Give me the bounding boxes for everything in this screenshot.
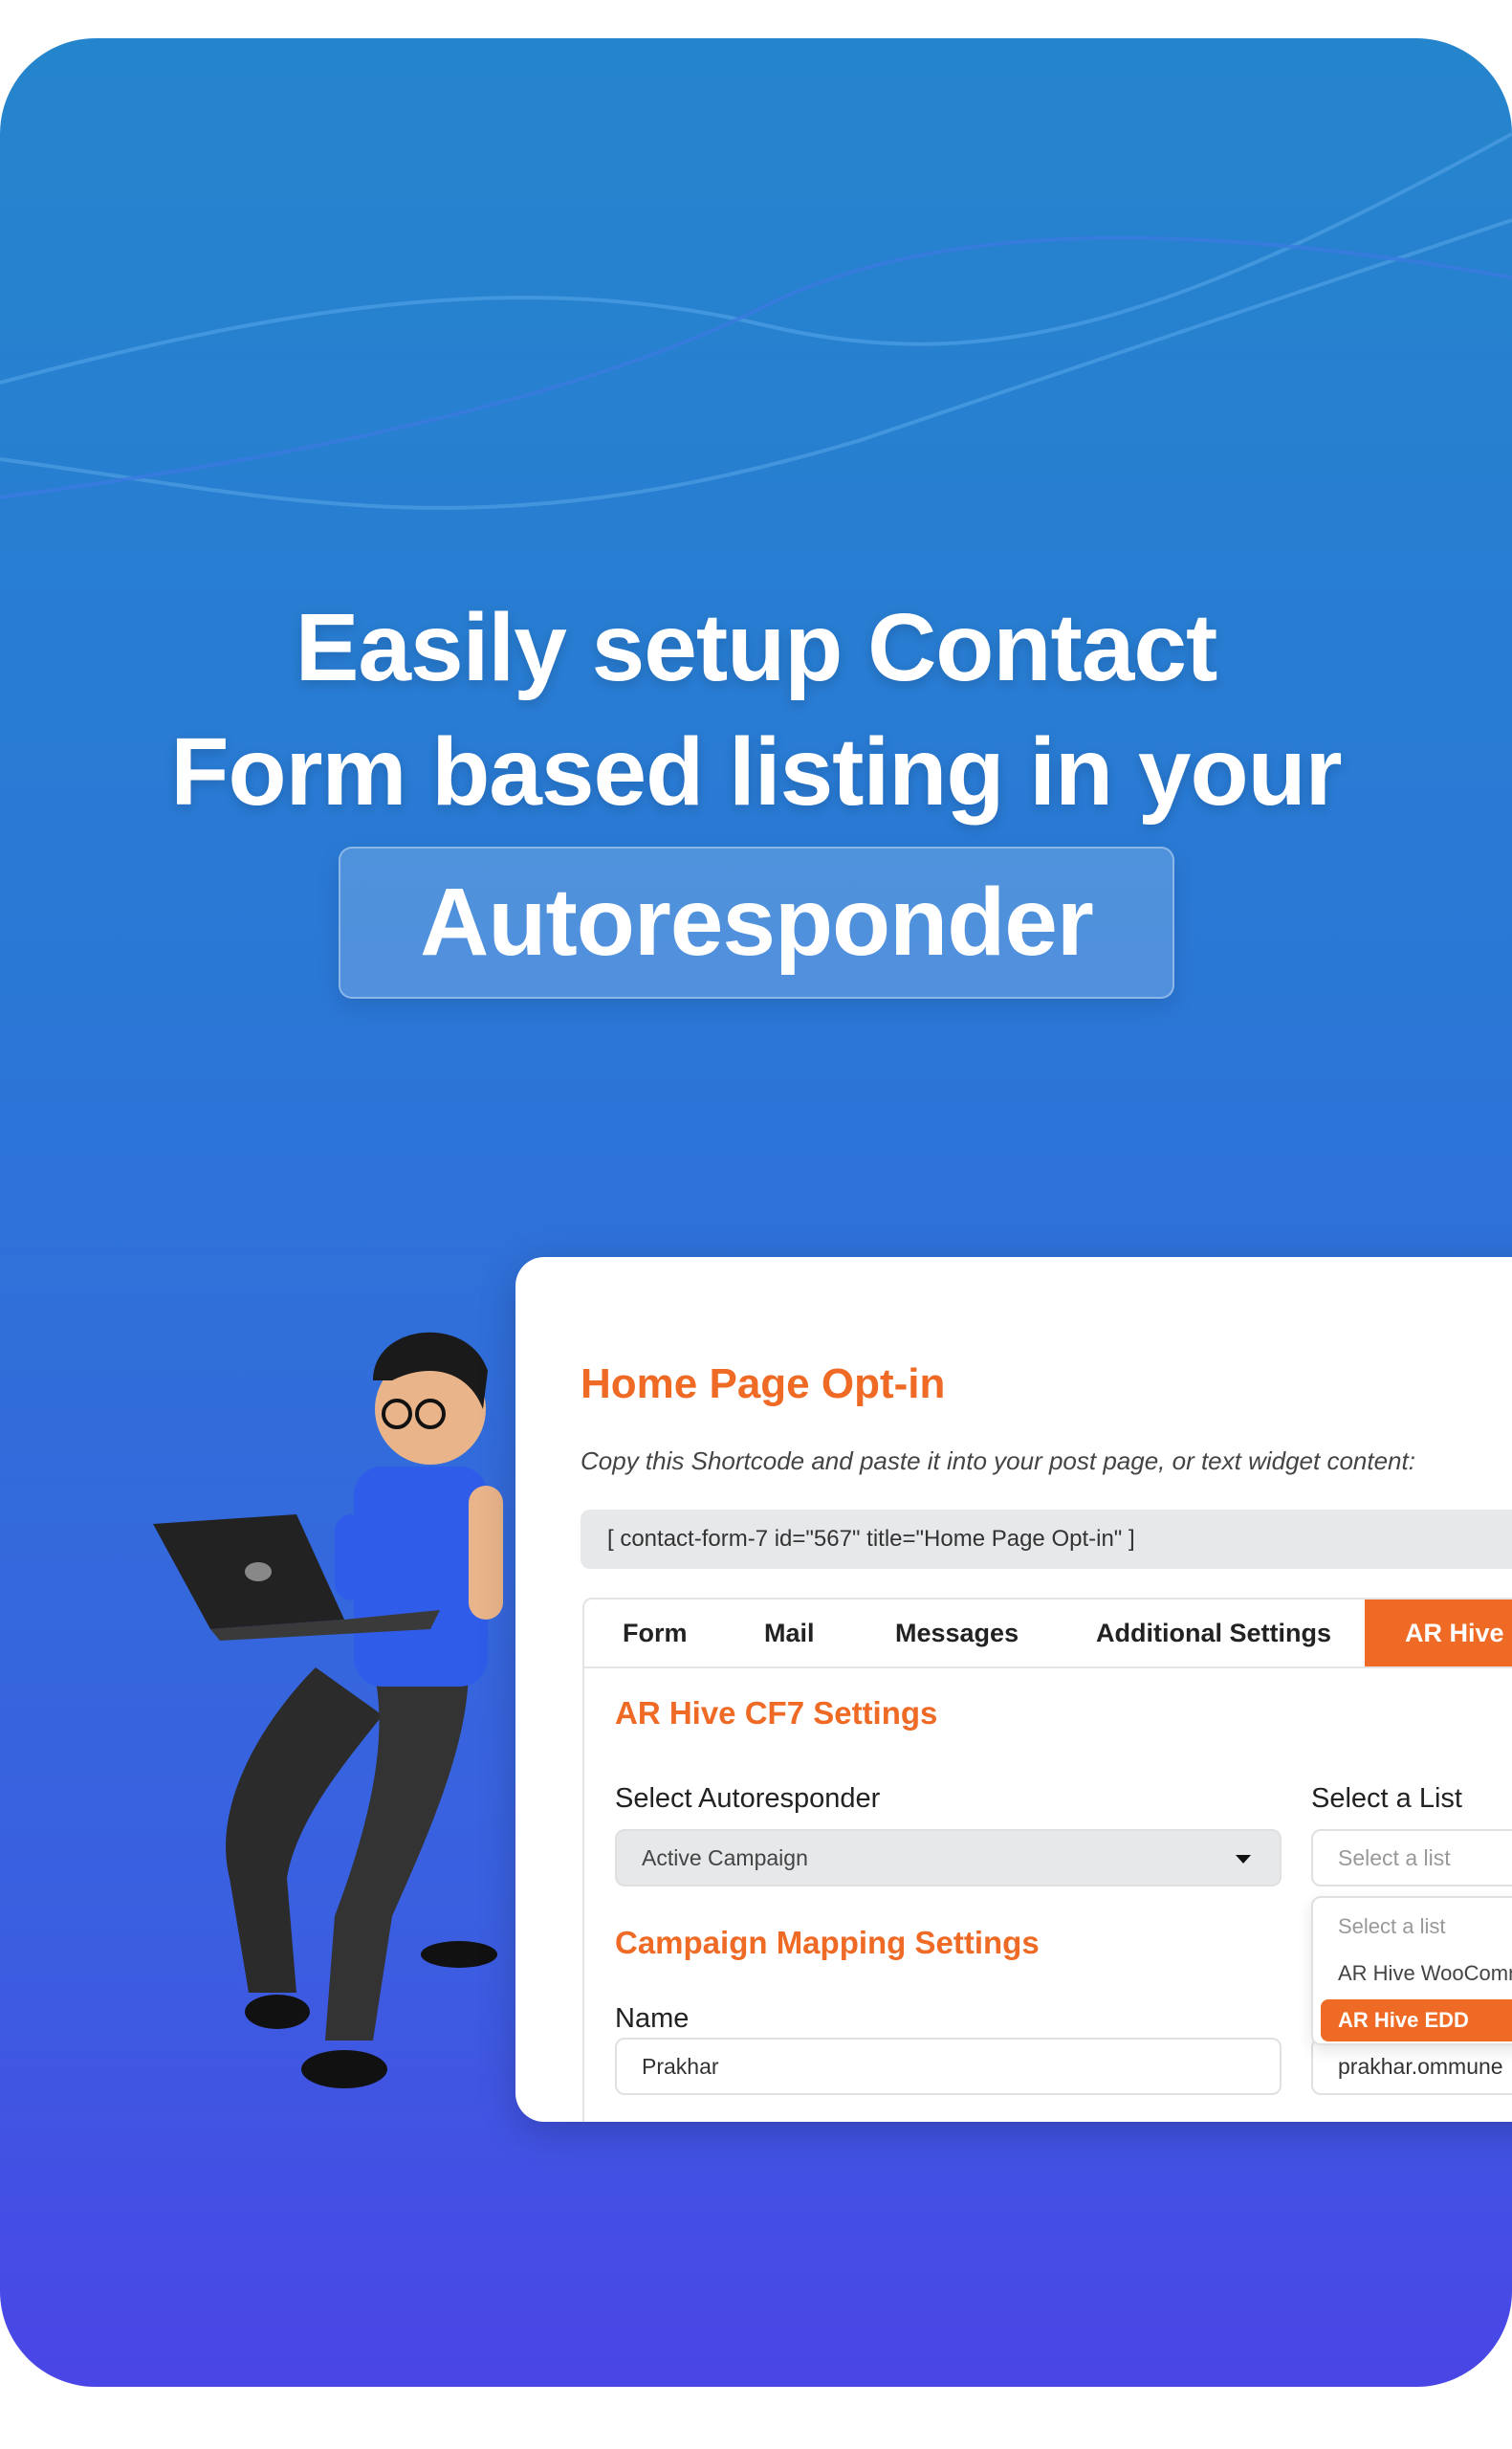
- autoresponder-select[interactable]: Active Campaign: [615, 1829, 1282, 1886]
- list-select[interactable]: Select a list: [1311, 1829, 1512, 1886]
- list-dropdown-menu: Select a list AR Hive WooCommerce AR Hiv…: [1311, 1896, 1512, 2045]
- headline-line-1: Easily setup Contact: [295, 594, 1218, 701]
- mapping-heading: Campaign Mapping Settings: [615, 1925, 1040, 1960]
- tab-ar-hive-cf7[interactable]: AR Hive CF7: [1365, 1600, 1512, 1666]
- tab-mail[interactable]: Mail: [764, 1600, 815, 1666]
- tab-bar: Form Mail Messages Additional Settings A…: [584, 1600, 1512, 1668]
- tab-form[interactable]: Form: [623, 1600, 688, 1666]
- headline-highlight: Autoresponder: [339, 847, 1174, 999]
- list-option[interactable]: Select a list: [1313, 1906, 1512, 1948]
- email-input[interactable]: prakhar.ommune: [1311, 2038, 1512, 2095]
- person-with-laptop-illustration: [153, 1332, 503, 2088]
- cf7-settings-panel: Home Page Opt-in Copy this Shortcode and…: [515, 1257, 1512, 2122]
- decorative-waves: [0, 132, 1512, 510]
- headline-line-2: Form based listing in your: [170, 718, 1342, 826]
- form-title: Home Page Opt-in: [581, 1360, 946, 1407]
- name-label: Name: [615, 2003, 690, 2034]
- autoresponder-value: Active Campaign: [642, 1845, 808, 1870]
- shortcode-field[interactable]: [ contact-form-7 id="567" title="Home Pa…: [581, 1510, 1512, 1569]
- shortcode-instructions: Copy this Shortcode and paste it into yo…: [581, 1446, 1415, 1475]
- settings-tabs: Form Mail Messages Additional Settings A…: [582, 1598, 1512, 2122]
- chevron-down-icon: [1236, 1855, 1251, 1864]
- tab-additional-settings[interactable]: Additional Settings: [1096, 1600, 1331, 1666]
- list-label: Select a List: [1311, 1783, 1462, 1814]
- autoresponder-label: Select Autoresponder: [615, 1783, 881, 1814]
- tab-messages[interactable]: Messages: [895, 1600, 1019, 1666]
- name-input[interactable]: Prakhar: [615, 2038, 1282, 2095]
- settings-heading: AR Hive CF7 Settings: [615, 1695, 938, 1731]
- hero-card: Easily setup Contact Form based listing …: [0, 38, 1512, 2387]
- list-option[interactable]: AR Hive WooCommerce: [1313, 1953, 1512, 1995]
- list-option-selected[interactable]: AR Hive EDD: [1321, 1999, 1512, 2041]
